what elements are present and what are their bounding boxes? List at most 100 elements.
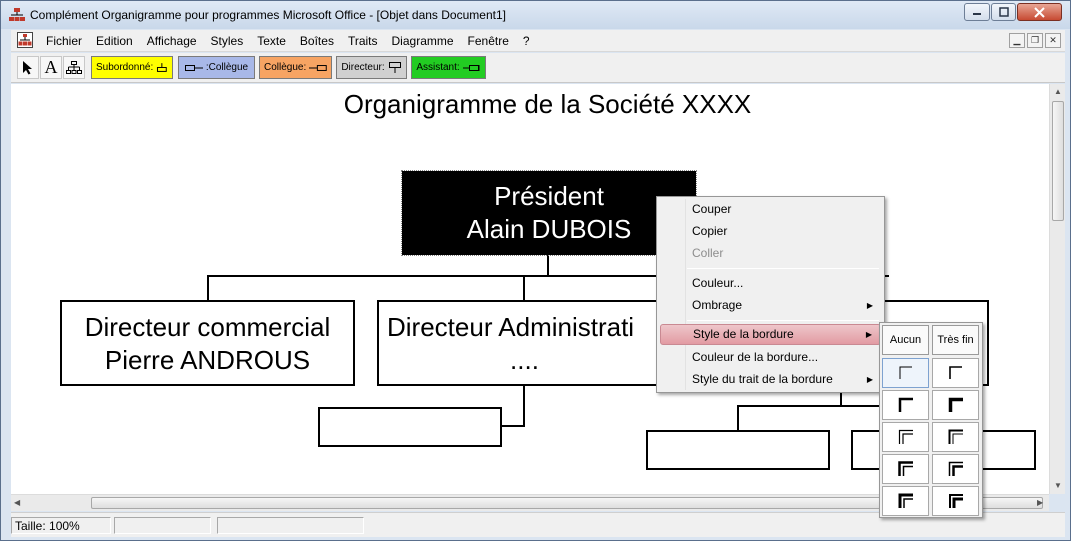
director-tool-label: Directeur:: [341, 62, 385, 73]
document-window-controls: ▁ ❐ ✕: [1009, 33, 1061, 48]
connector-line: [737, 405, 739, 431]
text-tool-icon: A: [44, 57, 58, 77]
menu-item-border-line-style[interactable]: Style du trait de la bordure ▶: [660, 369, 881, 390]
menu-item-label: Couleur de la bordure...: [692, 350, 819, 364]
minimize-icon: ▁: [1013, 35, 1021, 45]
menu-item-label: Style de la bordure: [693, 327, 794, 341]
border-style-option[interactable]: [882, 390, 929, 420]
border-corner-double-thick-icon: [948, 429, 963, 444]
director-admin-box[interactable]: Directeur Administrati ....: [377, 300, 672, 386]
director-shape-icon: [388, 61, 401, 73]
menu-item-border-color[interactable]: Couleur de la bordure...: [660, 347, 881, 368]
vertical-scrollbar[interactable]: ▲ ▼: [1049, 84, 1065, 494]
scroll-down-icon[interactable]: ▼: [1054, 481, 1062, 490]
menu-item-border-style[interactable]: Style de la bordure ▶: [660, 324, 881, 345]
scroll-right-icon[interactable]: ▶: [1037, 498, 1043, 507]
border-style-submenu: Aucun Très fin: [879, 322, 983, 518]
director-commercial-title: Directeur commercial: [84, 312, 331, 342]
border-very-thin-option[interactable]: Très fin: [932, 325, 979, 355]
scroll-up-icon[interactable]: ▲: [1054, 87, 1062, 96]
empty-subordinate-box[interactable]: [318, 407, 502, 447]
menu-fichier[interactable]: Fichier: [39, 34, 89, 48]
pointer-icon: [23, 61, 32, 75]
close-button[interactable]: [1017, 3, 1062, 21]
border-style-option[interactable]: [882, 454, 929, 484]
colleague-right-shape-icon: [309, 64, 327, 71]
status-cell-empty: [217, 517, 364, 534]
director-commercial-box[interactable]: Directeur commercial Pierre ANDROUS: [60, 300, 355, 386]
president-name: Alain DUBOIS: [466, 214, 632, 244]
menu-edition[interactable]: Edition: [89, 34, 140, 48]
option-label: Aucun: [889, 334, 922, 346]
subordinate-tool-label: Subordonné:: [96, 62, 154, 73]
border-style-option[interactable]: [932, 486, 979, 516]
border-style-option[interactable]: [882, 422, 929, 452]
border-none-option[interactable]: Aucun: [882, 325, 929, 355]
minimize-button[interactable]: [964, 3, 990, 21]
menu-item-label: Couper: [692, 202, 732, 216]
menu-affichage[interactable]: Affichage: [140, 34, 204, 48]
doc-close-button[interactable]: ✕: [1045, 33, 1061, 48]
assistant-shape-icon: [462, 64, 480, 71]
vertical-scroll-thumb[interactable]: [1052, 101, 1064, 221]
minimize-icon: [973, 13, 981, 15]
menu-item-paste: Coller: [660, 243, 881, 264]
org-chart-tool-button[interactable]: [63, 56, 85, 79]
border-style-option[interactable]: [932, 422, 979, 452]
director-admin-title: Directeur Administrati: [387, 312, 635, 342]
assistant-tool-label: Assistant:: [416, 62, 460, 73]
scroll-left-icon[interactable]: ◀: [14, 498, 20, 507]
border-style-option[interactable]: [882, 486, 929, 516]
border-style-option[interactable]: [932, 358, 979, 388]
menu-diagramme[interactable]: Diagramme: [385, 34, 461, 48]
maximize-button[interactable]: [991, 3, 1016, 21]
connector-line: [523, 275, 525, 300]
border-corner-thick-icon: [898, 397, 913, 412]
close-icon: [1034, 6, 1045, 18]
colleague-right-tool-label: Collègue:: [264, 62, 307, 73]
border-style-option[interactable]: [882, 358, 929, 388]
border-corner-shadow-heavy-icon: [948, 494, 963, 508]
director-admin-name: ....: [510, 345, 539, 375]
doc-minimize-button[interactable]: ▁: [1009, 33, 1025, 48]
menu-item-cut[interactable]: Couper: [660, 199, 881, 220]
menu-item-color[interactable]: Couleur...: [660, 273, 881, 294]
select-tool-button[interactable]: [17, 56, 39, 79]
director-tool-button[interactable]: Directeur:: [336, 56, 407, 79]
connector-line: [737, 405, 879, 407]
border-style-option[interactable]: [932, 390, 979, 420]
menu-item-shadow[interactable]: Ombrage ▶: [660, 295, 881, 316]
title-bar: Complément Organigramme pour programmes …: [1, 1, 1070, 29]
president-box[interactable]: Président Alain DUBOIS: [401, 170, 697, 256]
menu-texte[interactable]: Texte: [250, 34, 293, 48]
menu-item-label: Style du trait de la bordure: [692, 372, 833, 386]
text-tool-button[interactable]: A: [40, 56, 62, 79]
colleague-right-tool-button[interactable]: Collègue:: [259, 56, 332, 79]
context-menu: Couper Copier Coller Couleur... Ombrage …: [656, 196, 885, 393]
assistant-tool-button[interactable]: Assistant:: [411, 56, 486, 79]
submenu-arrow-icon: ▶: [866, 375, 873, 384]
org-chart-title[interactable]: Organigramme de la Société XXXX: [11, 89, 1049, 120]
menu-styles[interactable]: Styles: [204, 34, 251, 48]
menu-traits[interactable]: Traits: [341, 34, 385, 48]
colleague-left-tool-button[interactable]: :Collègue: [178, 56, 255, 79]
submenu-arrow-icon: ▶: [866, 301, 873, 310]
border-corner-heavy-icon: [948, 397, 963, 412]
empty-subordinate-box[interactable]: [646, 430, 830, 470]
menu-boites[interactable]: Boîtes: [293, 34, 341, 48]
menu-item-label: Ombrage: [692, 298, 743, 312]
submenu-arrow-icon: ▶: [865, 330, 872, 339]
menu-bar: Fichier Edition Affichage Styles Texte B…: [11, 30, 1065, 52]
org-chart-app-icon: [9, 8, 25, 21]
menu-item-copy[interactable]: Copier: [660, 221, 881, 242]
doc-restore-button[interactable]: ❐: [1027, 33, 1043, 48]
document-icon[interactable]: [17, 32, 33, 48]
status-cell-empty: [114, 517, 211, 534]
border-style-option[interactable]: [932, 454, 979, 484]
border-corner-medium-icon: [948, 366, 962, 379]
subordinate-tool-button[interactable]: Subordonné:: [91, 56, 173, 79]
menu-fenetre[interactable]: Fenêtre: [461, 34, 516, 48]
colleague-left-tool-label: :Collègue: [205, 62, 249, 73]
menu-help[interactable]: ?: [516, 34, 537, 48]
connector-line: [523, 384, 525, 427]
